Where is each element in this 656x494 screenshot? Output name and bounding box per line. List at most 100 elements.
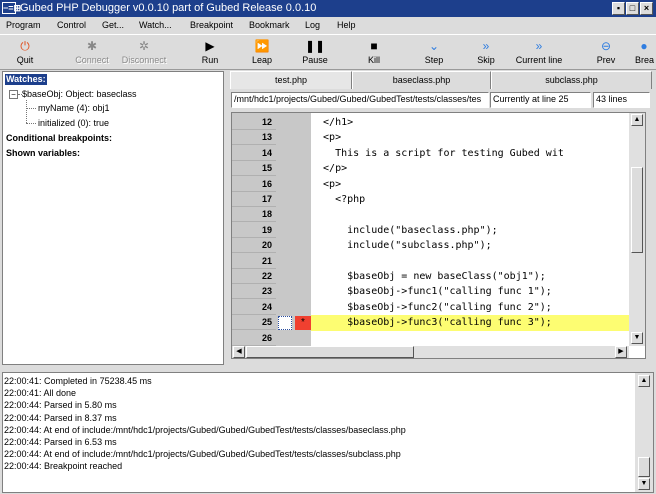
code-line[interactable]: 19 include("baseclass.php");: [232, 222, 629, 239]
code-text: <p>: [311, 132, 342, 144]
maximize-button[interactable]: □: [626, 2, 639, 15]
line-number[interactable]: 13: [232, 130, 276, 146]
code-lines[interactable]: 12 </h1> 13 <p> 14 This is a script for te…: [232, 113, 629, 346]
pause-button[interactable]: ❚❚ Pause: [297, 37, 333, 67]
code-line[interactable]: 17 <?php: [232, 192, 629, 208]
code-line[interactable]: 14 This is a script for testing Gubed wi…: [232, 145, 629, 162]
code-line[interactable]: 12 </h1>: [232, 115, 629, 131]
scroll-right-icon[interactable]: ▶: [615, 346, 627, 358]
log-scroll-down-icon[interactable]: ▼: [638, 478, 650, 490]
code-line[interactable]: 20 include("subclass.php");: [232, 238, 629, 254]
code-line[interactable]: * 25 $baseObj->func3("calling func 3");: [232, 315, 629, 332]
code-horizontal-scrollbar[interactable]: ◀ ▶: [232, 346, 629, 358]
line-number[interactable]: 18: [232, 207, 276, 223]
code-line[interactable]: 22 $baseObj = new baseClass("obj1");: [232, 269, 629, 285]
breakpoint-button[interactable]: ● Brea: [632, 37, 656, 67]
scroll-down-icon[interactable]: ▼: [631, 332, 643, 344]
step-button[interactable]: ⌄ Step: [416, 37, 452, 67]
line-number[interactable]: 12: [232, 115, 276, 130]
log-panel[interactable]: 22:00:41: Completed in 75238.45 ms 22:00:…: [2, 372, 654, 493]
code-text: $baseObj->func1("calling func 1");: [311, 286, 552, 298]
tab-test-php[interactable]: test.php: [230, 71, 352, 89]
menu-breakpoint[interactable]: Breakpoint: [190, 20, 233, 31]
log-line: 22:00:41: Completed in 75238.45 ms: [4, 376, 152, 386]
log-line: 22:00:44: Parsed in 8.37 ms: [4, 412, 117, 423]
hscroll-thumb[interactable]: [246, 346, 414, 358]
prev-button[interactable]: ⊖ Prev: [588, 37, 624, 67]
menu-help[interactable]: Help: [337, 20, 356, 31]
current-line-field: Currently at line 25: [490, 92, 591, 108]
watch-item-myname[interactable]: myName (4): obj1: [38, 103, 110, 114]
line-number[interactable]: 24: [232, 299, 276, 315]
breakpoint-label: Brea: [635, 55, 655, 65]
line-number[interactable]: 20: [232, 238, 276, 254]
run-button[interactable]: ▶ Run: [192, 37, 228, 67]
line-number[interactable]: 22: [232, 269, 276, 284]
quit-label: Quit: [16, 55, 34, 65]
line-number[interactable]: 17: [232, 192, 276, 207]
code-vertical-scrollbar[interactable]: ▲ ▼: [629, 113, 645, 346]
code-line[interactable]: 15 </p>: [232, 161, 629, 177]
code-text: $baseObj = new baseClass("obj1");: [311, 271, 546, 282]
code-line[interactable]: 18: [232, 207, 629, 223]
code-line[interactable]: 16 <p>: [232, 176, 629, 193]
log-scroll-thumb[interactable]: [638, 457, 650, 477]
menu-program[interactable]: Program: [6, 20, 41, 31]
close-button[interactable]: ×: [640, 2, 653, 15]
app-menu-icon[interactable]: −=⊞: [2, 2, 21, 14]
skip-button[interactable]: » Skip: [468, 37, 504, 67]
log-line: 22:00:44: Parsed in 5.80 ms: [4, 400, 117, 411]
breakpoint-marker-icon[interactable]: *: [295, 316, 311, 331]
expand-toggle-icon[interactable]: −: [9, 90, 18, 99]
menu-control[interactable]: Control: [57, 20, 86, 31]
code-line[interactable]: 23 $baseObj->func1("calling func 1");: [232, 284, 629, 300]
menu-get[interactable]: Get...: [102, 20, 124, 31]
run-label: Run: [201, 55, 219, 65]
watch-item-initialized[interactable]: initialized (0): true: [38, 118, 109, 129]
line-number[interactable]: 16: [232, 176, 276, 192]
breakpoint-icon: ●: [640, 39, 648, 53]
code-line[interactable]: 26: [232, 330, 629, 346]
line-number[interactable]: 21: [232, 253, 276, 269]
line-number[interactable]: 23: [232, 284, 276, 300]
kill-label: Kill: [367, 55, 380, 65]
menu-watch[interactable]: Watch...: [139, 20, 172, 31]
connect-button[interactable]: ✱ Connect: [70, 37, 114, 67]
line-number[interactable]: 19: [232, 222, 276, 238]
watches-header[interactable]: Watches:: [5, 74, 47, 85]
watches-panel[interactable]: Watches: − $baseObj: Object: baseclass m…: [2, 71, 224, 365]
file-path-field[interactable]: /mnt/hdc1/projects/Gubed/Gubed/GubedTest…: [231, 92, 489, 108]
disconnect-icon: ✲: [138, 39, 150, 53]
log-scroll-up-icon[interactable]: ▲: [638, 375, 650, 387]
disconnect-button[interactable]: ✲ Disconnect: [118, 37, 170, 67]
minimize-button[interactable]: ▪: [612, 2, 625, 15]
tab-subclass-php[interactable]: subclass.php: [491, 71, 652, 89]
line-number[interactable]: 15: [232, 161, 276, 177]
line-number[interactable]: 25: [232, 315, 276, 331]
kill-button[interactable]: ■ Kill: [356, 37, 392, 67]
log-line: 22:00:44: At end of include:/mnt/hdc1/pr…: [4, 449, 401, 460]
connect-label: Connect: [75, 55, 109, 65]
line-number[interactable]: 26: [232, 330, 276, 346]
menu-bookmark[interactable]: Bookmark: [249, 20, 290, 31]
code-line[interactable]: 21: [232, 253, 629, 270]
disconnect-label: Disconnect: [121, 55, 167, 65]
line-number[interactable]: 14: [232, 145, 276, 161]
title-bar[interactable]: −=⊞ Gubed PHP Debugger v0.0.10 part of G…: [0, 0, 656, 17]
scroll-thumb[interactable]: [631, 167, 643, 253]
tab-baseclass-php[interactable]: baseclass.php: [352, 71, 491, 89]
leap-button[interactable]: ⏩ Leap: [244, 37, 280, 67]
current-line-button[interactable]: » Current line: [512, 37, 566, 67]
code-line[interactable]: 24 $baseObj->func2("calling func 2");: [232, 299, 629, 316]
code-view[interactable]: 12 </h1> 13 <p> 14 This is a script for te…: [231, 112, 646, 359]
scroll-up-icon[interactable]: ▲: [631, 114, 643, 126]
scroll-left-icon[interactable]: ◀: [233, 346, 245, 358]
menu-log[interactable]: Log: [305, 20, 320, 31]
watch-item-baseobj[interactable]: $baseObj: Object: baseclass: [22, 89, 137, 100]
code-text: $baseObj->func3("calling func 3");: [311, 317, 552, 329]
quit-button[interactable]: ⏻ Quit: [6, 37, 44, 67]
shown-variables-header: Shown variables:: [6, 148, 81, 158]
log-vertical-scrollbar[interactable]: ▲ ▼: [635, 373, 653, 492]
run-icon: ▶: [205, 39, 215, 53]
code-line[interactable]: 13 <p>: [232, 130, 629, 146]
